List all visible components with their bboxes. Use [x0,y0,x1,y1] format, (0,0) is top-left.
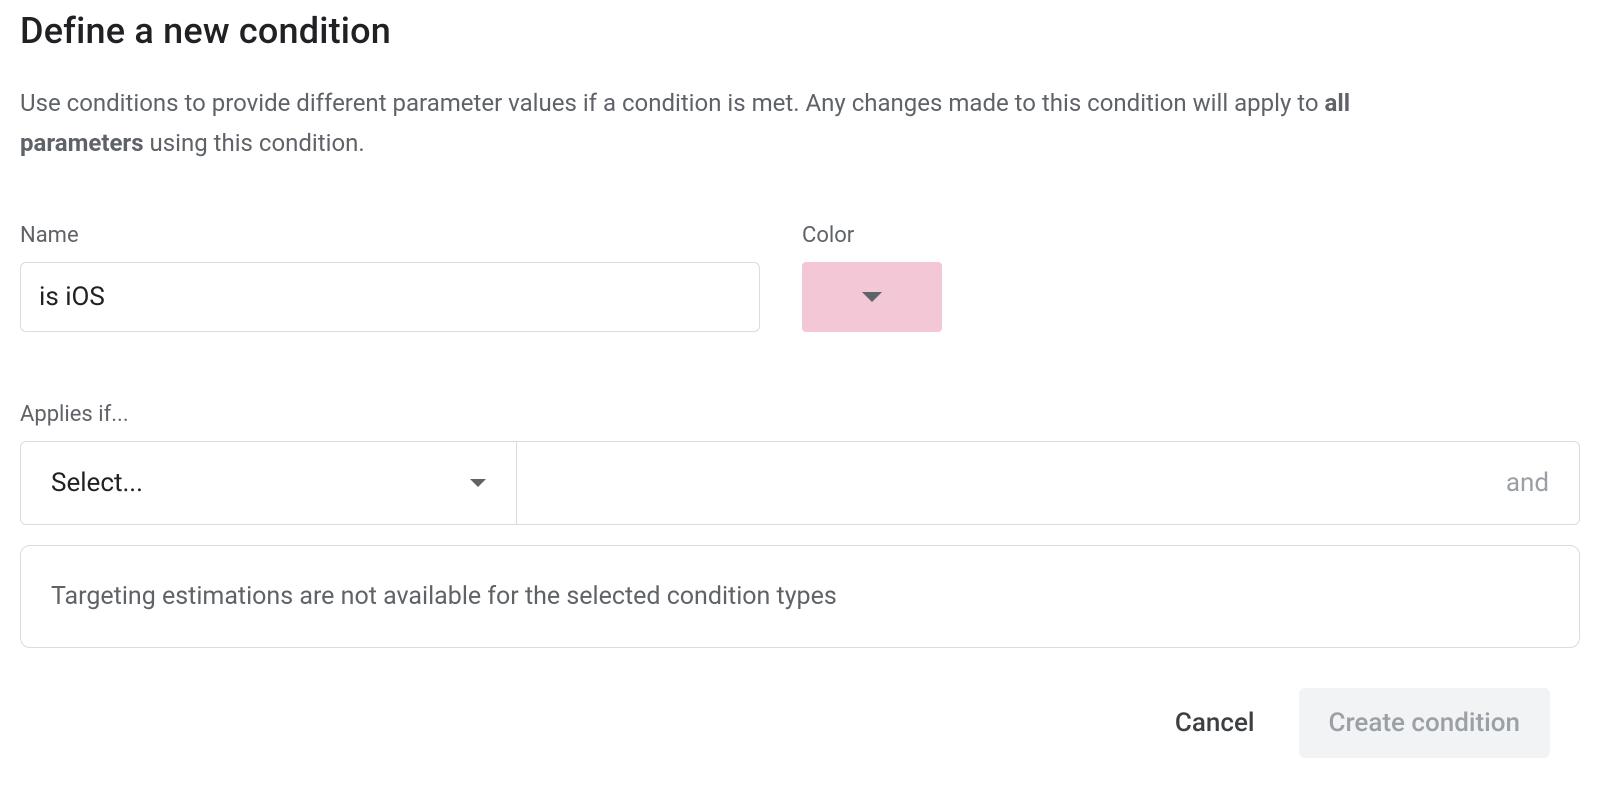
create-condition-button[interactable]: Create condition [1299,688,1551,758]
applies-row: Select... and [20,441,1580,525]
color-label: Color [802,223,942,248]
color-select[interactable] [802,262,942,332]
condition-value-area[interactable] [517,442,1476,524]
cancel-button[interactable]: Cancel [1161,692,1269,754]
description-part2: using this condition. [144,129,365,157]
button-row: Cancel Create condition [20,688,1580,758]
description-text: Use conditions to provide different para… [20,84,1370,163]
page-title: Define a new condition [20,10,1580,52]
color-group: Color [802,223,942,332]
form-row: Name Color [20,223,1580,332]
applies-section: Applies if... Select... and Targeting es… [20,402,1580,648]
chevron-down-icon [862,292,882,302]
condition-type-select[interactable]: Select... [21,442,517,524]
applies-if-label: Applies if... [20,402,1580,427]
chevron-down-icon [470,479,486,487]
name-label: Name [20,223,760,248]
targeting-info-box: Targeting estimations are not available … [20,545,1580,648]
name-input[interactable] [20,262,760,332]
select-placeholder-text: Select... [51,468,143,498]
name-group: Name [20,223,760,332]
and-operator-text: and [1476,442,1579,524]
description-part1: Use conditions to provide different para… [20,89,1325,117]
